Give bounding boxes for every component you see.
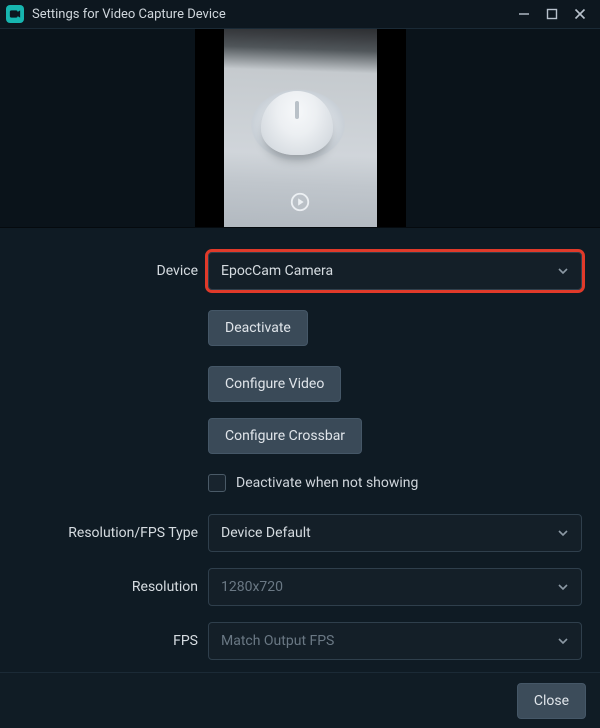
- chevron-down-icon: [557, 635, 569, 647]
- app-icon: [6, 5, 24, 23]
- deactivate-when-not-showing-checkbox[interactable]: [208, 474, 226, 492]
- device-label: Device: [0, 263, 208, 279]
- chevron-down-icon: [557, 527, 569, 539]
- window-title: Settings for Video Capture Device: [32, 7, 226, 22]
- fps-label: FPS: [0, 633, 208, 649]
- resolution-select[interactable]: 1280x720: [208, 568, 582, 606]
- minimize-button[interactable]: [510, 0, 538, 28]
- configure-crossbar-button[interactable]: Configure Crossbar: [208, 418, 362, 454]
- chevron-down-icon: [557, 581, 569, 593]
- resolution-fps-type-value: Device Default: [221, 525, 311, 541]
- deactivate-button[interactable]: Deactivate: [208, 310, 308, 346]
- deactivate-checkbox-label: Deactivate when not showing: [236, 475, 418, 491]
- device-select-value: EpocCam Camera: [221, 263, 333, 279]
- configure-video-button[interactable]: Configure Video: [208, 366, 341, 402]
- fps-select[interactable]: Match Output FPS: [208, 622, 582, 660]
- video-preview-content: [224, 29, 377, 227]
- settings-form: Device EpocCam Camera Deactivate Configu…: [0, 228, 600, 672]
- elgato-watermark-icon: [289, 191, 311, 217]
- video-preview: [0, 28, 600, 228]
- chevron-down-icon: [557, 265, 569, 277]
- close-button[interactable]: Close: [517, 683, 586, 719]
- resolution-fps-type-select[interactable]: Device Default: [208, 514, 582, 552]
- resolution-value: 1280x720: [221, 579, 283, 595]
- video-preview-frame: [195, 29, 406, 227]
- resolution-fps-type-label: Resolution/FPS Type: [0, 525, 208, 541]
- resolution-label: Resolution: [0, 579, 208, 595]
- window-titlebar: Settings for Video Capture Device: [0, 0, 600, 28]
- device-select[interactable]: EpocCam Camera: [208, 252, 582, 290]
- maximize-button[interactable]: [538, 0, 566, 28]
- fps-value: Match Output FPS: [221, 633, 334, 649]
- dialog-footer: Close: [0, 672, 600, 728]
- close-window-button[interactable]: [566, 0, 594, 28]
